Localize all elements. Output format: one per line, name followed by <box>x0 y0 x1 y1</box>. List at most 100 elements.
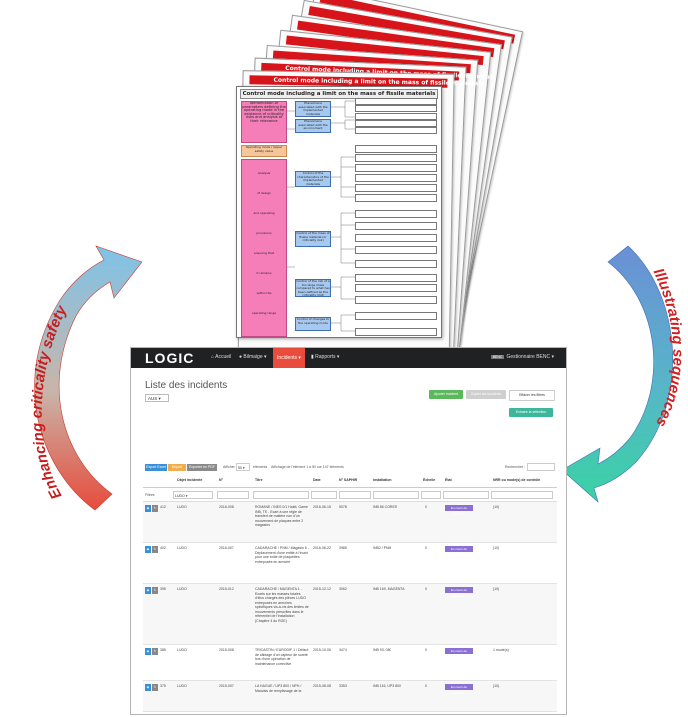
nav-bilmaige[interactable]: ● Bilmaige ▾ <box>239 354 267 361</box>
range-info: Affichage de l'élément 1 à 50 sur 147 él… <box>271 465 344 469</box>
view-icon[interactable]: ◉ <box>145 648 151 655</box>
row-saphir: 3985 <box>339 546 347 550</box>
row-state-badge: En cours de traitement <box>445 648 473 659</box>
col-header[interactable]: Objet incidenté <box>177 478 202 482</box>
row-title[interactable]: CADARACHE / PNM / Magasin 6 - Déplacemen… <box>255 546 309 564</box>
installation-filter-select[interactable] <box>373 491 419 499</box>
row-date: 2015-08-08 <box>313 684 331 688</box>
row-date: 2016-06-22 <box>313 546 331 550</box>
object-filter-select[interactable]: LUDO ▾ <box>173 491 213 499</box>
row-nrr: (10) <box>493 587 500 591</box>
row-title[interactable]: CADARACHE / MAGENTA 1 - Ecarts sur les m… <box>255 587 309 623</box>
row-number: 2015-012 <box>219 587 234 591</box>
row-installation: INB 93, 080 <box>373 648 392 652</box>
nrr-filter-input[interactable] <box>491 491 553 499</box>
row-number: 2016-008 <box>219 505 234 509</box>
app-logo[interactable]: LOGIC <box>145 350 194 366</box>
nav-incidents[interactable]: Incidents ▾ <box>273 348 305 368</box>
incident-app-screenshot: LOGIC ⌂ Accueil ● Bilmaige ▾ Incidents ▾… <box>130 347 567 715</box>
view-icon[interactable]: ◉ <box>145 684 151 691</box>
row-date: 2016-06-15 <box>313 505 331 509</box>
date-filter-input[interactable] <box>311 491 337 499</box>
entries-label: éléments <box>253 465 268 469</box>
row-id: 395 <box>160 587 166 591</box>
row-id: 385 <box>160 648 166 652</box>
col-header[interactable]: N° SAPHIR <box>339 478 357 482</box>
row-object: LUDO <box>177 684 187 688</box>
row-nrr: (10) <box>493 684 500 688</box>
row-saphir: 3062 <box>339 587 347 591</box>
export-pdf2-tag[interactable]: Exporter en PDF <box>187 464 217 471</box>
add-incident-button[interactable]: Ajouter incident <box>429 390 463 399</box>
row-scale: 0 <box>425 587 427 591</box>
col-header[interactable]: État <box>445 478 452 482</box>
table-row[interactable]: ◉ ✎ 402 LUDO 2016-007 CADARACHE / PNM / … <box>143 543 557 584</box>
col-header[interactable]: Échelle <box>423 478 435 482</box>
nav-reports[interactable]: ▮ Rapports ▾ <box>311 354 339 361</box>
row-nrr: (10) <box>493 546 500 550</box>
col-header[interactable]: N° <box>219 478 223 482</box>
export-pdf-tag[interactable]: Export PDF <box>168 464 186 476</box>
row-installation: INB2 / PNM <box>373 546 392 550</box>
row-date: 2015-10-06 <box>313 648 331 652</box>
view-icon[interactable]: ◉ <box>145 587 151 594</box>
status-select[interactable]: AUS ▾ <box>145 394 169 402</box>
user-menu[interactable]: BENC Gestionnaire BENC ▾ <box>490 354 554 360</box>
saphir-filter-input[interactable] <box>339 491 371 499</box>
table-row[interactable]: ◉ ✎ 385 LUDO 2015-008 TRICASTIN / EURODI… <box>143 645 557 681</box>
number-filter-input[interactable] <box>217 491 249 499</box>
row-title[interactable]: LA HAGUE / UP3 800 / NPH / Mauvais de re… <box>255 684 309 704</box>
col-header[interactable]: Installation <box>373 478 391 482</box>
edit-icon[interactable]: ✎ <box>152 587 158 594</box>
edit-icon[interactable]: ✎ <box>152 684 158 691</box>
top-navbar: LOGIC ⌂ Accueil ● Bilmaige ▾ Incidents ▾… <box>131 348 566 368</box>
nav-home[interactable]: ⌂ Accueil <box>211 354 231 361</box>
row-state-badge: En cours de traitement <box>445 587 473 598</box>
state-filter-select[interactable] <box>443 491 489 499</box>
edit-icon[interactable]: ✎ <box>152 546 158 553</box>
row-installation: INB 116, UP3 800 <box>373 684 401 688</box>
duplicate-incidents-button[interactable]: Copier les incidents <box>466 390 506 399</box>
filter-label: Filtres <box>145 493 155 497</box>
nav-reports-label: Rapports <box>315 354 336 360</box>
user-name: Gestionnaire BENC <box>506 354 551 360</box>
row-object: LUDO <box>177 648 187 652</box>
clear-filters-button[interactable]: Effacer les filtres <box>509 390 555 401</box>
scale-filter-select[interactable] <box>421 491 441 499</box>
table-row[interactable]: ◉ ✎ 375 LUDO 2015-007 LA HAGUE / UP3 800… <box>143 681 557 712</box>
row-state-badge: En cours de traitement <box>445 546 473 557</box>
view-icon[interactable]: ◉ <box>145 505 151 512</box>
row-title[interactable]: ROMANE / INES 0/1 Habit, Game INB, TE - … <box>255 505 309 528</box>
nav-bilmaige-label: Bilmaige <box>243 354 263 360</box>
row-number: 2016-007 <box>219 546 234 550</box>
home-icon: ⌂ <box>211 354 215 360</box>
table-row[interactable]: ◉ ✎ 412 LUDO 2016-008 ROMANE / INES 0/1 … <box>143 502 557 543</box>
col-header[interactable]: Date <box>313 478 321 482</box>
edit-icon[interactable]: ✎ <box>152 648 158 655</box>
row-installation: INB 169, MAGENTA <box>373 587 405 591</box>
row-scale: 0 <box>425 505 427 509</box>
search-input[interactable] <box>527 463 555 471</box>
row-id: 412 <box>160 505 166 509</box>
col-header[interactable]: NRR ou mode(s) de contrôle <box>493 478 540 482</box>
chart-icon: ▮ <box>311 354 314 360</box>
export-excel-tag[interactable]: Export Excel <box>145 464 167 471</box>
row-title[interactable]: TRICASTIN / EURODIF 1 / Défaut de câblag… <box>255 648 309 666</box>
row-date: 2015-12-12 <box>313 587 331 591</box>
title-filter-input[interactable] <box>253 491 309 499</box>
row-number: 2015-008 <box>219 648 234 652</box>
filter-row: Filtres LUDO ▾ <box>143 488 557 502</box>
left-curved-arrow: Enhancing criticality safety <box>29 245 143 511</box>
row-nrr: 1 mode(s) <box>493 648 509 652</box>
col-header[interactable]: Titre <box>255 478 263 482</box>
edit-icon[interactable]: ✎ <box>152 505 158 512</box>
table-header: Objet incidenté N° Titre Date N° SAPHIR … <box>143 476 557 488</box>
user-badge: BENC <box>490 355 505 359</box>
view-icon[interactable]: ◉ <box>145 546 151 553</box>
export-selection-button[interactable]: Extraire la sélection <box>509 408 553 417</box>
nav-home-label: Accueil <box>215 354 232 360</box>
object-filter-value: LUDO <box>175 494 185 498</box>
search-label: Rechercher : <box>505 465 526 469</box>
table-row[interactable]: ◉ ✎ 395 LUDO 2015-012 CADARACHE / MAGENT… <box>143 584 557 645</box>
page-size-select[interactable]: 50 ▾ <box>236 463 250 471</box>
